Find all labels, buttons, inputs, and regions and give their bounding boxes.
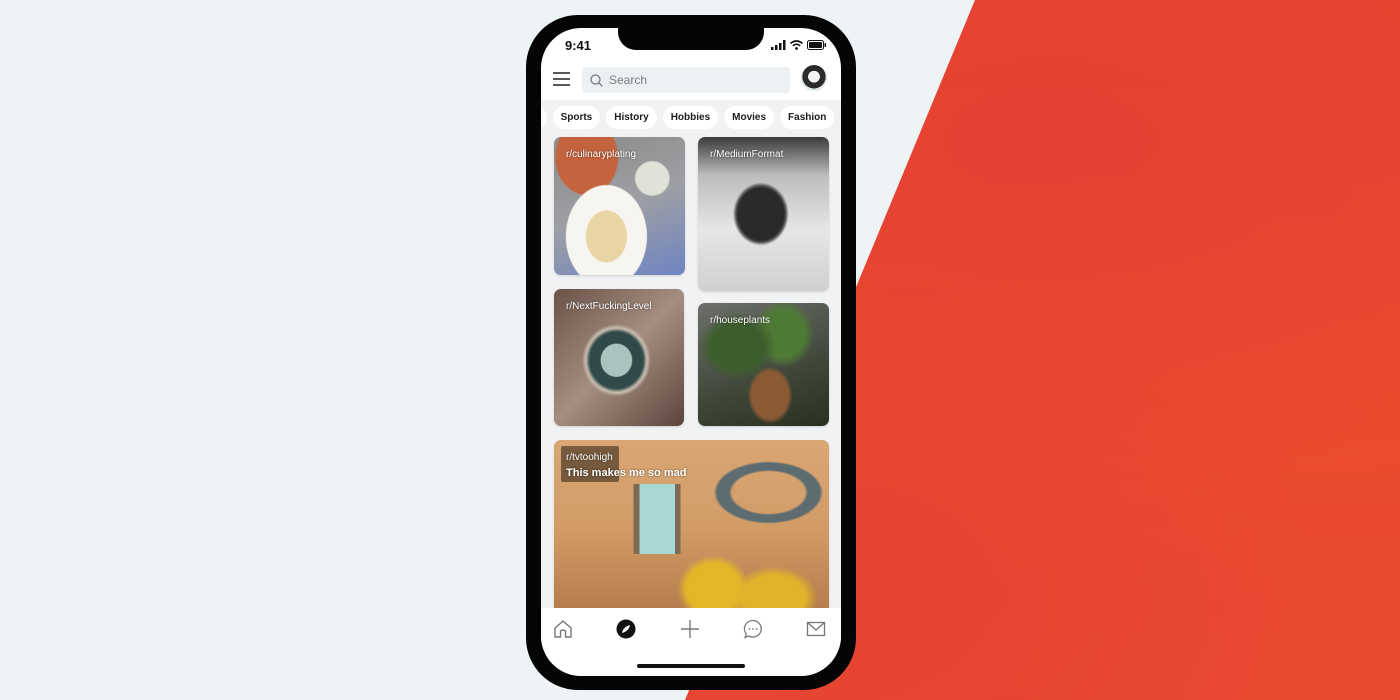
search-input[interactable] — [609, 73, 779, 87]
post-subreddit: r/tvtoohigh — [566, 452, 613, 463]
plus-icon — [680, 620, 699, 638]
wifi-icon — [790, 40, 803, 50]
tab-home[interactable] — [552, 618, 574, 640]
category-chips-bar: ors Sports History Hobbies Movies Fashio… — [541, 100, 841, 134]
chip-history[interactable]: History — [606, 105, 657, 129]
tab-chat[interactable] — [742, 618, 764, 640]
post-card-mediumformat[interactable]: r/MediumFormat — [698, 137, 829, 291]
tab-create[interactable] — [679, 618, 701, 640]
hamburger-menu-icon[interactable] — [553, 71, 570, 87]
post-card-houseplants[interactable]: r/houseplants — [698, 303, 829, 426]
post-card-culinaryplating[interactable]: r/culinaryplating — [554, 137, 685, 275]
user-avatar[interactable] — [801, 65, 827, 91]
app-header — [541, 62, 841, 98]
chip-movies[interactable]: Movies — [724, 105, 775, 129]
chip-partial[interactable]: ors — [541, 105, 547, 129]
tab-inbox[interactable] — [805, 618, 827, 640]
post-subreddit: r/houseplants — [710, 315, 771, 326]
post-card-tvtoohigh[interactable]: r/tvtoohigh This makes me so mad — [554, 440, 829, 608]
post-feed: r/culinaryplating r/MediumFormat r/NextF… — [541, 134, 841, 608]
compass-icon — [616, 619, 636, 639]
phone-notch — [618, 28, 764, 50]
post-subreddit: r/MediumFormat — [710, 149, 784, 160]
mail-icon — [806, 621, 826, 637]
post-card-nextfuckinglevel[interactable]: r/NextFuckingLevel — [554, 289, 684, 426]
phone-screen: 9:41 Search Sports History Hobbies Movie… — [541, 28, 841, 676]
post-title: This makes me so mad — [566, 467, 687, 479]
chip-fashion[interactable]: Fashion — [780, 105, 835, 129]
signal-icon — [771, 40, 786, 50]
chat-bubble-icon — [743, 619, 762, 639]
chip-hobbies[interactable]: Hobbies — [662, 105, 719, 129]
chip-sports[interactable]: Sports — [552, 105, 601, 129]
battery-icon — [807, 40, 827, 50]
home-icon — [554, 620, 572, 638]
post-subreddit: r/culinaryplating — [566, 149, 637, 160]
search-bar[interactable] — [582, 67, 790, 93]
search-icon — [590, 73, 603, 87]
status-icons — [771, 40, 827, 50]
home-indicator — [637, 664, 745, 668]
tab-discover[interactable] — [615, 618, 637, 640]
status-time: 9:41 — [565, 38, 592, 53]
phone-frame: 9:41 Search Sports History Hobbies Movie… — [526, 15, 856, 690]
bottom-tab-bar — [541, 608, 841, 650]
post-subreddit: r/NextFuckingLevel — [566, 301, 652, 312]
